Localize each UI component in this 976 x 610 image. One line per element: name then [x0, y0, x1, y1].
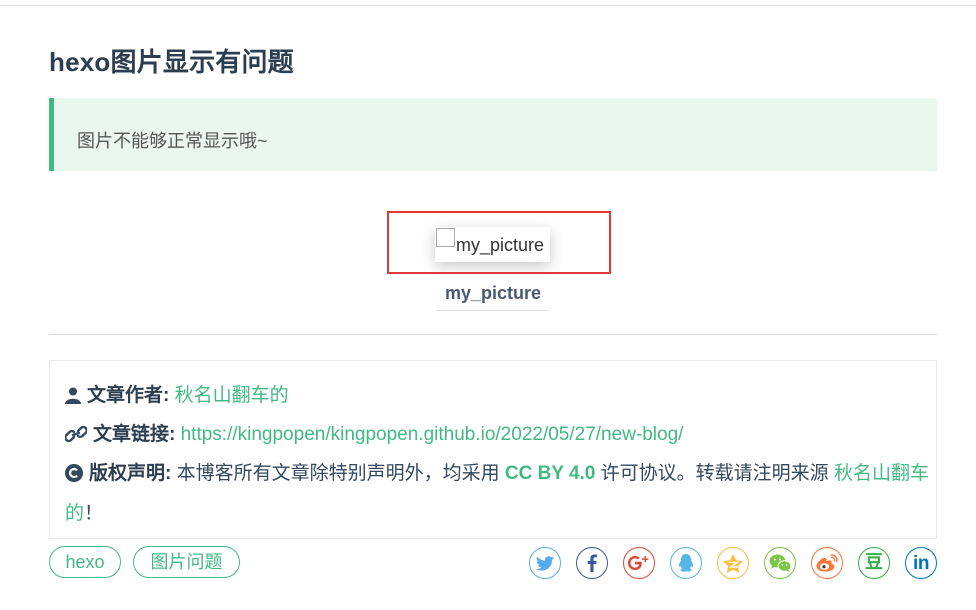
author-label: 文章作者:	[87, 385, 170, 406]
weibo-icon	[816, 554, 838, 572]
notice-exclaim: ！	[84, 503, 104, 524]
post-title: hexo图片显示有问题	[49, 47, 294, 77]
link-label: 文章链接:	[93, 424, 176, 445]
highlight-annotation-box	[387, 211, 611, 274]
license-link[interactable]: CC BY 4.0	[505, 463, 595, 484]
notice-line: 版权声明: 本博客所有文章除特别声明外，均采用 CC BY 4.0 许可协议。转…	[65, 458, 929, 488]
google-plus-icon	[628, 555, 650, 571]
share-douban[interactable]: 豆	[858, 547, 890, 579]
share-wechat[interactable]	[764, 547, 796, 579]
share-twitter[interactable]	[529, 547, 561, 579]
share-facebook[interactable]	[576, 547, 608, 579]
source-link-part1[interactable]: 秋名山翻车	[834, 463, 929, 484]
share-qq[interactable]	[670, 547, 702, 579]
notice-text-2: 许可协议。转载请注明来源	[600, 463, 829, 484]
wechat-icon	[769, 554, 791, 572]
tag-hexo[interactable]: hexo	[49, 546, 121, 578]
divider	[49, 334, 937, 335]
author-line: 文章作者: 秋名山翻车的	[65, 380, 289, 410]
copyright-icon	[65, 464, 83, 488]
top-rule	[0, 5, 976, 6]
image-caption: my_picture	[436, 283, 550, 311]
qq-icon	[678, 553, 694, 573]
link-line: 文章链接: https://kingpopen/kingpopen.github…	[64, 419, 684, 449]
facebook-icon	[587, 554, 597, 572]
link-icon	[64, 425, 88, 449]
notice-line-continued: 的！	[65, 498, 103, 525]
note-text: 图片不能够正常显示哦~	[77, 131, 268, 151]
share-qzone[interactable]	[717, 547, 749, 579]
douban-icon: 豆	[865, 552, 883, 573]
author-link[interactable]: 秋名山翻车的	[175, 385, 289, 406]
note-block: 图片不能够正常显示哦~	[49, 98, 937, 171]
twitter-icon	[536, 555, 554, 571]
share-weibo[interactable]	[811, 547, 843, 579]
source-link-part2[interactable]: 的	[65, 503, 84, 524]
user-icon	[65, 387, 81, 410]
share-google-plus[interactable]	[623, 547, 655, 579]
notice-text: 本博客所有文章除特别声明外，均采用	[176, 463, 500, 484]
tag-image-issue[interactable]: 图片问题	[133, 546, 240, 578]
share-linkedin[interactable]: in	[905, 547, 937, 579]
notice-label: 版权声明:	[89, 463, 172, 484]
qzone-icon	[723, 553, 743, 573]
copyright-box: 文章作者: 秋名山翻车的 文章链接: https://kingpopen/kin…	[49, 360, 937, 539]
article-link[interactable]: https://kingpopen/kingpopen.github.io/20…	[181, 424, 684, 445]
linkedin-icon: in	[913, 552, 929, 574]
